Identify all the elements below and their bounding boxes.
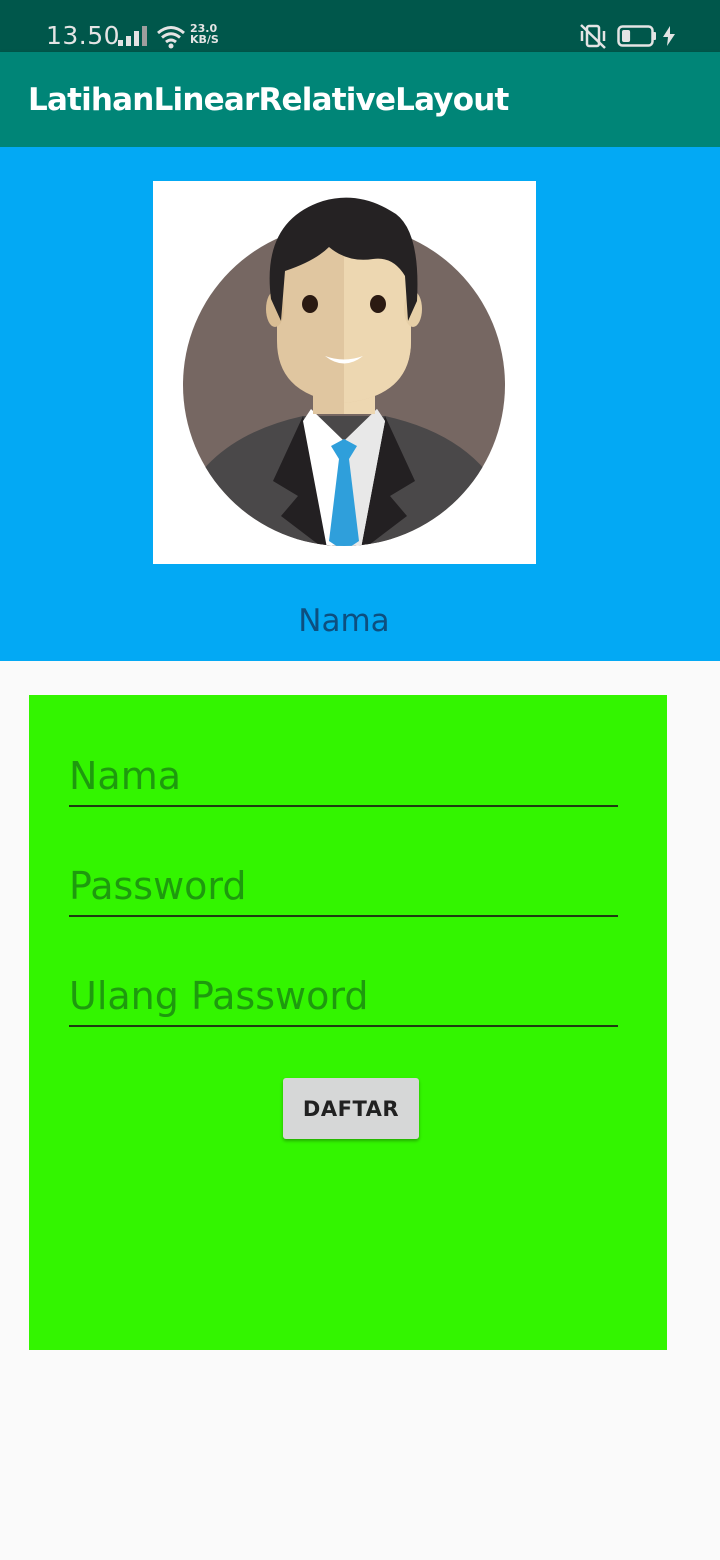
status-time: 13.50 <box>46 21 121 50</box>
avatar <box>153 181 536 564</box>
nama-field <box>69 747 618 807</box>
profile-header: Nama <box>0 147 720 661</box>
register-form: DAFTAR <box>29 695 667 1350</box>
wifi-icon <box>157 26 185 49</box>
charging-icon <box>663 26 675 46</box>
status-bar: 13.50 23.0 KB/S <box>0 0 720 52</box>
nama-underline <box>69 805 618 807</box>
battery-icon <box>617 25 656 47</box>
net-speed-unit: KB/S <box>190 33 219 46</box>
signal-icon <box>118 26 147 46</box>
vibrate-off-icon <box>580 24 606 49</box>
user-avatar-icon <box>183 197 505 546</box>
ulang-password-field <box>69 967 618 1027</box>
nama-input[interactable] <box>69 747 618 805</box>
app-title: LatihanLinearRelativeLayout <box>28 82 509 118</box>
ulang-password-underline <box>69 1025 618 1027</box>
password-field <box>69 857 618 917</box>
app-bar: LatihanLinearRelativeLayout <box>0 52 720 147</box>
daftar-button[interactable]: DAFTAR <box>283 1078 419 1139</box>
net-speed: 23.0 KB/S <box>190 23 219 45</box>
password-underline <box>69 915 618 917</box>
profile-name-label: Nama <box>298 603 390 639</box>
ulang-password-input[interactable] <box>69 967 618 1025</box>
password-input[interactable] <box>69 857 618 915</box>
